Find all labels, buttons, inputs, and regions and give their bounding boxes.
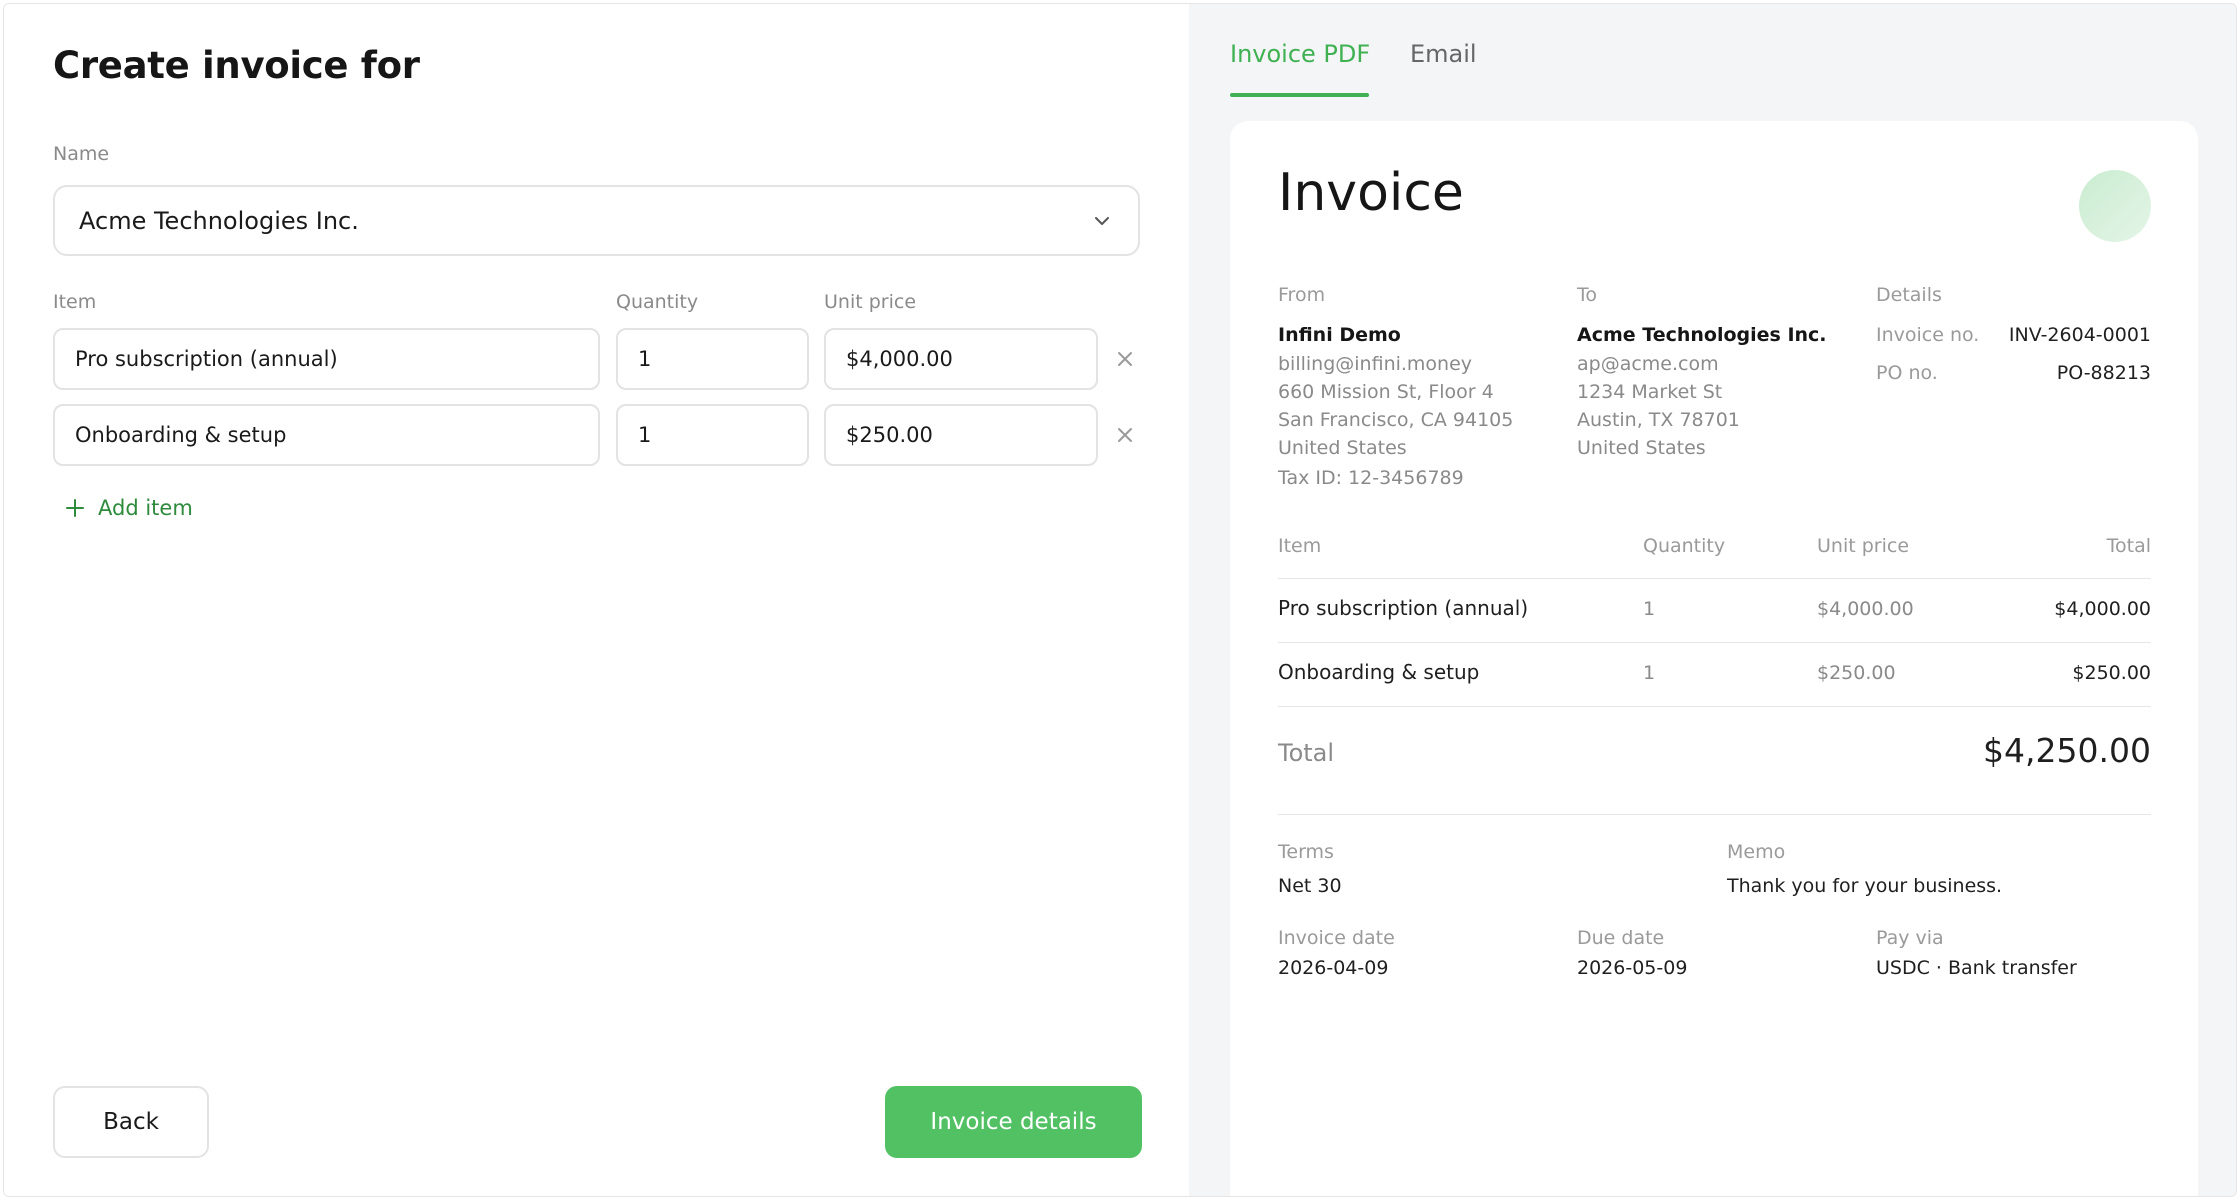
to-label: To	[1577, 284, 1598, 306]
table-divider	[1278, 578, 2151, 579]
add-item-label: Add item	[98, 496, 193, 520]
section-divider	[1278, 814, 2151, 815]
po-no-value: PO-88213	[2056, 362, 2151, 384]
table-cell-quantity: 1	[1643, 662, 1656, 684]
from-address: 660 Mission St, Floor 4	[1278, 381, 1494, 403]
customer-select-value: Acme Technologies Inc.	[79, 206, 359, 235]
invoice-no-value: INV-2604-0001	[2008, 324, 2151, 346]
plus-icon	[66, 499, 84, 517]
chevron-down-icon	[1095, 217, 1109, 225]
from-country: United States	[1278, 437, 1407, 459]
table-cell-item: Pro subscription (annual)	[1278, 596, 1529, 620]
terms-value: Net 30	[1278, 875, 1342, 897]
due-date-value: 2026-05-09	[1577, 957, 1688, 979]
invoice-title: Invoice	[1278, 163, 1464, 223]
item-name-input[interactable]: Onboarding & setup	[53, 404, 600, 466]
invoice-date-value: 2026-04-09	[1278, 957, 1389, 979]
app-window: Create invoice for Name Acme Technologie…	[3, 3, 2237, 1197]
name-label: Name	[53, 143, 110, 165]
table-header-item: Item	[1278, 535, 1322, 557]
to-country: United States	[1577, 437, 1706, 459]
pay-via-label: Pay via	[1876, 927, 1944, 949]
unit-price-column-label: Unit price	[824, 291, 917, 313]
to-name: Acme Technologies Inc.	[1577, 324, 1827, 346]
active-tab-indicator	[1230, 93, 1369, 97]
preview-panel: Invoice PDF Email Invoice From Infini De…	[1189, 4, 2236, 1196]
table-cell-total: $250.00	[2072, 662, 2151, 684]
table-header-unit-price: Unit price	[1817, 535, 1910, 557]
invoice-date-label: Invoice date	[1278, 927, 1395, 949]
tab-email[interactable]: Email	[1410, 40, 1477, 68]
po-no-label: PO no.	[1876, 362, 1938, 384]
pay-via-value: USDC · Bank transfer	[1876, 957, 2077, 979]
item-name-input[interactable]: Pro subscription (annual)	[53, 328, 600, 390]
close-icon[interactable]	[1114, 348, 1136, 370]
table-cell-quantity: 1	[1643, 598, 1656, 620]
from-label: From	[1278, 284, 1326, 306]
to-email: ap@acme.com	[1577, 353, 1719, 375]
table-cell-total: $4,000.00	[2054, 598, 2151, 620]
invoice-form-panel: Create invoice for Name Acme Technologie…	[4, 4, 1189, 1196]
quantity-column-label: Quantity	[616, 291, 699, 313]
memo-label: Memo	[1727, 841, 1786, 863]
invoice-preview: Invoice From Infini Demo billing@infini.…	[1230, 121, 2198, 1196]
quantity-input[interactable]: 1	[616, 328, 809, 390]
from-city: San Francisco, CA 94105	[1278, 409, 1514, 431]
from-name: Infini Demo	[1278, 324, 1401, 346]
total-label: Total	[1278, 739, 1335, 767]
from-tax-id: Tax ID: 12-3456789	[1278, 467, 1464, 489]
table-divider	[1278, 706, 2151, 707]
table-header-quantity: Quantity	[1643, 535, 1726, 557]
unit-price-input[interactable]: $250.00	[824, 404, 1098, 466]
terms-label: Terms	[1278, 841, 1334, 863]
memo-value: Thank you for your business.	[1727, 875, 2003, 897]
table-cell-item: Onboarding & setup	[1278, 660, 1480, 684]
invoice-details-button[interactable]: Invoice details	[885, 1086, 1142, 1158]
table-divider	[1278, 642, 2151, 643]
back-button[interactable]: Back	[53, 1086, 209, 1158]
company-logo	[2079, 170, 2151, 242]
close-icon[interactable]	[1114, 424, 1136, 446]
customer-select[interactable]: Acme Technologies Inc.	[53, 185, 1140, 256]
page-title: Create invoice for	[53, 44, 420, 87]
from-email: billing@infini.money	[1278, 353, 1473, 375]
total-value: $4,250.00	[1983, 731, 2151, 770]
quantity-input[interactable]: 1	[616, 404, 809, 466]
add-item-button[interactable]: Add item	[64, 496, 193, 520]
due-date-label: Due date	[1577, 927, 1665, 949]
table-cell-unit-price: $250.00	[1817, 662, 1896, 684]
unit-price-input[interactable]: $4,000.00	[824, 328, 1098, 390]
table-cell-unit-price: $4,000.00	[1817, 598, 1914, 620]
details-label: Details	[1876, 284, 1942, 306]
to-city: Austin, TX 78701	[1577, 409, 1740, 431]
item-column-label: Item	[53, 291, 97, 313]
tab-invoice-pdf[interactable]: Invoice PDF	[1230, 40, 1370, 68]
table-header-total: Total	[2106, 535, 2151, 557]
to-address: 1234 Market St	[1577, 381, 1723, 403]
